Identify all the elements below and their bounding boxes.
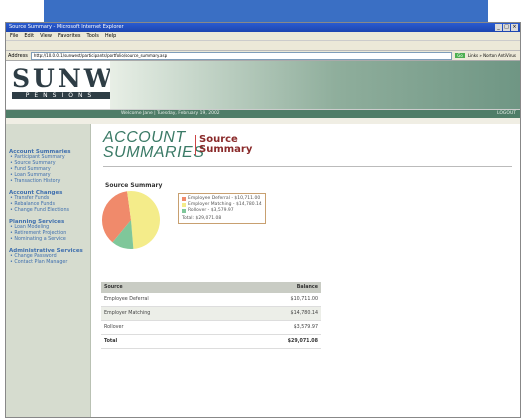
address-bar: Address http://10.0.0.1/sunwest/particip…	[6, 51, 520, 61]
welcome-text: Welcome Jane | Tuesday, February 19, 200…	[121, 111, 220, 116]
table-row: Rollover $3,579.97	[101, 320, 321, 335]
sidebar-item-transaction-history[interactable]: • Transaction History	[6, 179, 90, 185]
minimize-button[interactable]: _	[495, 24, 502, 31]
sidebar-item-contact-plan-manager[interactable]: • Contact Plan Manager	[6, 260, 90, 266]
header-graphic	[110, 61, 520, 109]
column-header-source: Source	[101, 282, 231, 293]
column-header-balance: Balance	[230, 282, 321, 293]
page-content: Account Summaries • Participant Summary …	[6, 124, 520, 417]
source-pie-chart	[102, 191, 160, 249]
cell-total-label: Total	[101, 334, 231, 349]
cell-source: Employee Deferral	[101, 293, 231, 307]
sunwest-logo[interactable]: SUNWEST PENSIONS	[12, 64, 180, 100]
legend-swatch-employee-deferral	[182, 197, 186, 201]
sidebar-item-nominating-service[interactable]: • Nominating a Service	[6, 237, 90, 243]
table-row: Employer Matching $14,780.14	[101, 306, 321, 321]
chart-legend: Employee Deferral - $10,711.00 Employer …	[178, 193, 266, 224]
main-panel: ACCOUNT SUMMARIES Source Summary Source …	[91, 124, 520, 417]
legend-label-rollover: Rollover - $3,579.97	[188, 208, 234, 213]
cell-source: Rollover	[101, 320, 231, 335]
menu-view[interactable]: View	[40, 32, 52, 40]
legend-total: Total: $29,071.08	[182, 216, 222, 221]
section-heading-line2: SUMMARIES	[103, 144, 205, 161]
logout-link[interactable]: LOGOUT	[497, 110, 516, 118]
site-header: SUNWEST PENSIONS	[6, 61, 520, 110]
cell-balance: $14,780.14	[230, 306, 321, 321]
top-banner	[44, 0, 488, 22]
close-button[interactable]: ×	[511, 24, 518, 31]
section-heading: ACCOUNT SUMMARIES	[103, 129, 205, 161]
legend-swatch-rollover	[182, 209, 186, 213]
section-heading-line1: ACCOUNT	[103, 129, 186, 146]
links-toolbar[interactable]: Links » Norton AntiVirus	[468, 53, 520, 58]
window-title: Source Summary - Microsoft Internet Expl…	[9, 24, 124, 30]
maximize-button[interactable]: □	[503, 24, 510, 31]
chart-title: Source Summary	[105, 182, 163, 189]
sidebar-nav: Account Summaries • Participant Summary …	[6, 124, 91, 417]
cell-source: Employer Matching	[101, 306, 231, 321]
page-title: Source Summary	[195, 135, 252, 155]
menu-tools[interactable]: Tools	[87, 32, 99, 40]
cell-balance: $3,579.97	[230, 320, 321, 335]
menu-file[interactable]: File	[10, 32, 18, 40]
source-table: Source Balance Employee Deferral $10,711…	[101, 282, 321, 349]
logo-tagline: PENSIONS	[12, 92, 110, 99]
address-label: Address	[8, 52, 28, 59]
page-title-line2: Summary	[199, 144, 253, 155]
table-row: Employee Deferral $10,711.00	[101, 293, 321, 307]
cell-total-value: $29,071.08	[230, 334, 321, 349]
legend-item: Rollover - $3,579.97	[182, 208, 262, 214]
table-total-row: Total $29,071.08	[101, 334, 321, 349]
browser-toolbar	[6, 41, 520, 51]
menu-favorites[interactable]: Favorites	[58, 32, 81, 40]
menu-bar: File Edit View Favorites Tools Help	[6, 32, 520, 41]
legend-swatch-employer-matching	[182, 203, 186, 207]
cell-balance: $10,711.00	[230, 293, 321, 307]
menu-edit[interactable]: Edit	[24, 32, 34, 40]
table-header-row: Source Balance	[101, 282, 321, 293]
user-bar: Welcome Jane | Tuesday, February 19, 200…	[6, 110, 520, 118]
menu-help[interactable]: Help	[105, 32, 116, 40]
divider	[103, 166, 512, 167]
logo-name: SUNWEST	[12, 64, 180, 93]
go-button[interactable]: Go	[455, 53, 465, 58]
browser-window: Source Summary - Microsoft Internet Expl…	[5, 22, 521, 418]
address-input[interactable]: http://10.0.0.1/sunwest/participants/por…	[30, 51, 453, 60]
title-bar: Source Summary - Microsoft Internet Expl…	[6, 23, 520, 32]
window-controls: _ □ ×	[495, 23, 520, 32]
sidebar-item-change-fund-elections[interactable]: • Change Fund Elections	[6, 208, 90, 214]
